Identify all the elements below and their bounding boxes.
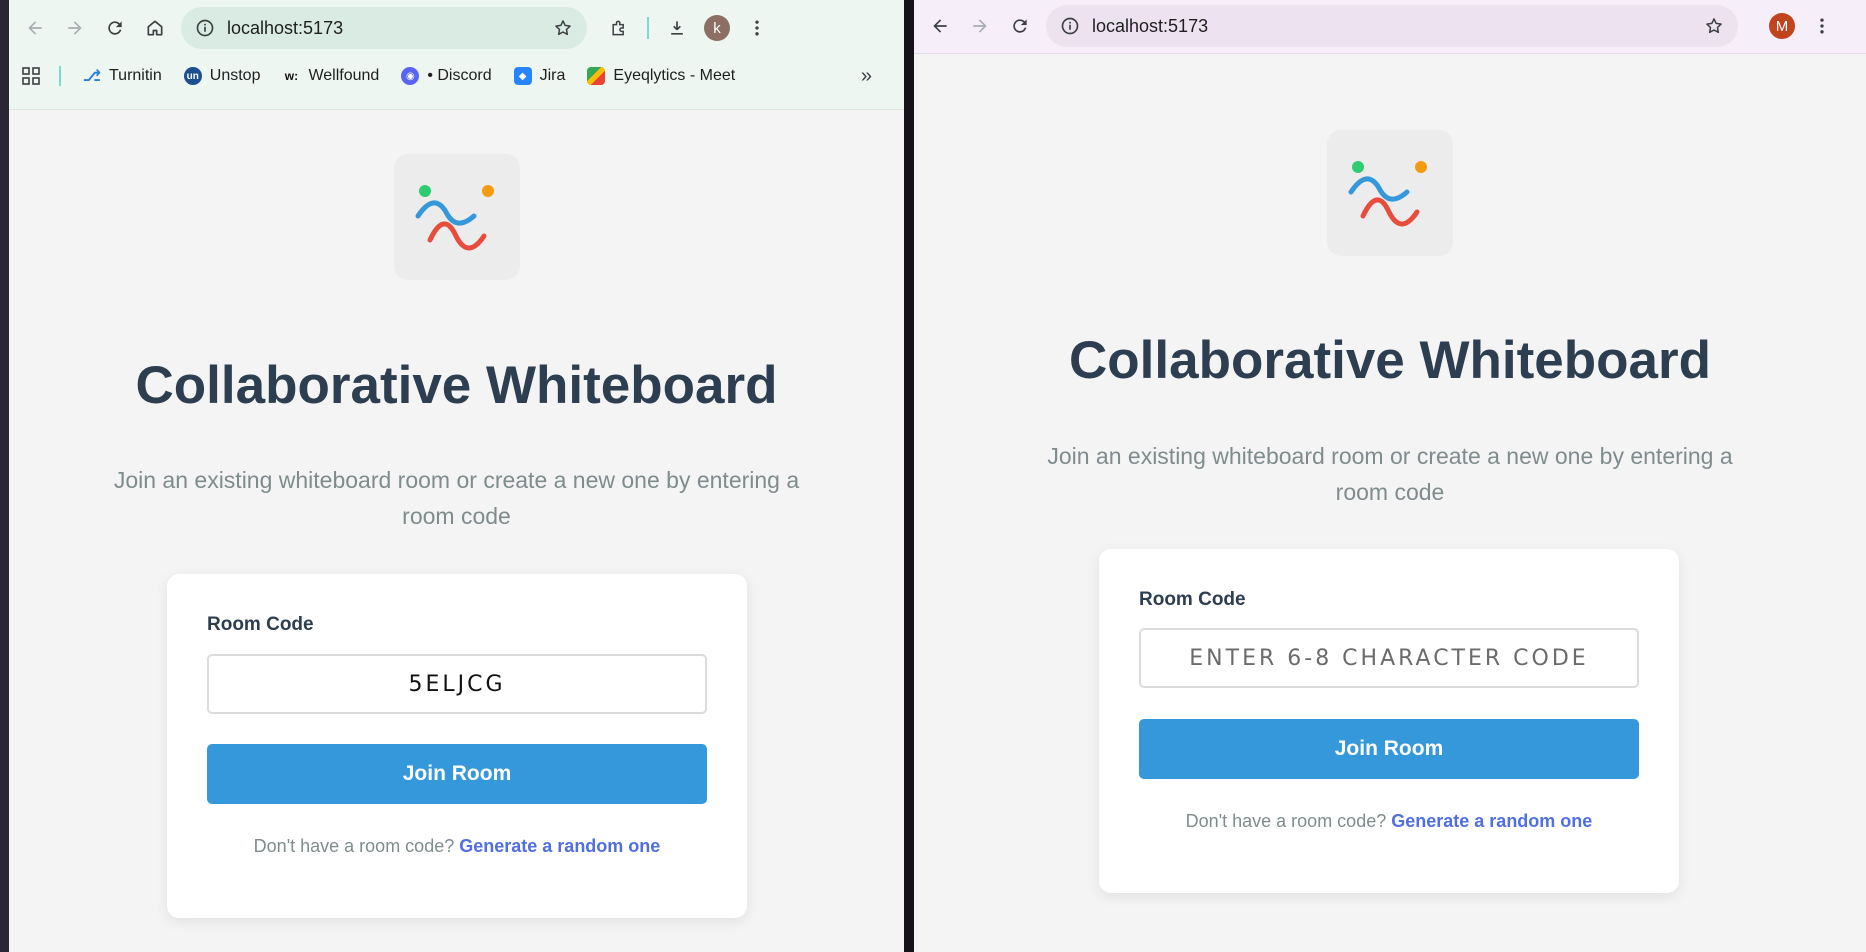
bookmark-jira[interactable]: ◆ Jira [513, 67, 566, 85]
helper-text: Don't have a room code? Generate a rando… [1099, 811, 1679, 832]
back-arrow-icon [933, 19, 947, 33]
profile-button[interactable]: M [1764, 8, 1800, 44]
reload-button[interactable] [1002, 8, 1038, 44]
window-divider [904, 0, 914, 952]
bookmark-label: • Discord [427, 67, 492, 84]
back-arrow-icon [28, 21, 42, 35]
bookmarks-bar: ⎇ Turnitin un Unstop w: Wellfound ◉ • Di… [9, 56, 904, 96]
menu-button[interactable] [1804, 8, 1840, 44]
apps-grid-icon [22, 67, 40, 85]
discord-icon: ◉ [401, 67, 420, 85]
reload-icon [108, 21, 122, 35]
background-app-strip [0, 0, 9, 952]
helper-text: Don't have a room code? Generate a rando… [167, 836, 747, 857]
page-subtitle: Join an existing whiteboard room or crea… [113, 467, 800, 529]
bookmark-label: Jira [539, 67, 566, 84]
browser-toolbar: localhost:5173 k [9, 0, 904, 56]
wellfound-icon: w: [284, 69, 299, 83]
join-room-button[interactable]: Join Room [1139, 719, 1639, 779]
site-info-icon[interactable] [1060, 16, 1080, 36]
extensions-button[interactable] [601, 10, 637, 46]
url-text: localhost:5173 [227, 17, 344, 38]
app-logo [394, 154, 520, 280]
jira-icon: ◆ [513, 67, 532, 85]
browser-chrome: localhost:5173 k ⎇ Turnitin un Unstop w:… [9, 0, 904, 110]
home-button[interactable] [137, 10, 173, 46]
reload-button[interactable] [97, 10, 133, 46]
join-room-button[interactable]: Join Room [207, 744, 707, 804]
more-bookmarks-button[interactable]: » [861, 65, 872, 88]
room-code-label: Room Code [207, 614, 314, 635]
bookmark-label: Wellfound [308, 67, 380, 84]
puzzle-icon [612, 20, 624, 36]
left-browser-window: localhost:5173 k ⎇ Turnitin un Unstop w:… [9, 0, 904, 952]
kebab-menu-icon [1820, 18, 1824, 34]
app-logo [1327, 130, 1453, 256]
google-meet-icon [587, 67, 606, 85]
browser-toolbar: localhost:5173 M [914, 0, 1866, 52]
browser-chrome: localhost:5173 M [914, 0, 1866, 54]
toolbar-separator [647, 17, 649, 39]
forward-arrow-icon [973, 19, 987, 33]
helper-prompt: Don't have a room code? [1185, 811, 1387, 831]
forward-arrow-icon [68, 21, 82, 35]
turnitin-icon: ⎇ [82, 68, 102, 85]
generate-random-link[interactable]: Generate a random one [1391, 811, 1592, 831]
site-info-icon[interactable] [195, 18, 215, 38]
chevron-double-right-icon: » [860, 64, 872, 87]
page-title: Collaborative Whiteboard [135, 356, 778, 415]
join-card: Room Code ENTER 6-8 CHARACTER CODE Join … [1099, 549, 1679, 893]
unstop-icon: un [183, 67, 202, 85]
right-browser-window: localhost:5173 M Collaborative Whiteboar… [914, 0, 1866, 952]
avatar: k [704, 15, 730, 41]
address-bar[interactable]: localhost:5173 [181, 7, 587, 49]
reload-icon [1013, 19, 1027, 33]
bookmark-label: Turnitin [109, 67, 162, 84]
room-code-input[interactable]: ENTER 6-8 CHARACTER CODE [1139, 628, 1639, 688]
generate-random-link[interactable]: Generate a random one [459, 836, 660, 856]
bookmark-unstop[interactable]: un Unstop [183, 67, 261, 85]
room-code-input[interactable]: 5ELJCG [207, 654, 707, 714]
page-title: Collaborative Whiteboard [1069, 331, 1711, 390]
downloads-button[interactable] [659, 10, 695, 46]
bookmark-turnitin[interactable]: ⎇ Turnitin [83, 67, 162, 85]
bookmark-separator [59, 66, 61, 86]
whiteboard-logo-icon [1348, 161, 1427, 227]
room-code-label: Room Code [1139, 589, 1246, 610]
join-card: Room Code 5ELJCG Join Room Don't have a … [167, 574, 747, 918]
url-text: localhost:5173 [1092, 15, 1209, 36]
avatar: M [1769, 13, 1795, 39]
bookmark-label: Eyeqlytics - Meet [613, 67, 736, 84]
address-bar[interactable]: localhost:5173 [1046, 5, 1738, 47]
forward-button[interactable] [57, 10, 93, 46]
download-icon [671, 21, 683, 35]
helper-prompt: Don't have a room code? [253, 836, 455, 856]
bookmark-wellfound[interactable]: w: Wellfound [282, 67, 380, 85]
profile-button[interactable]: k [699, 10, 735, 46]
forward-button[interactable] [962, 8, 998, 44]
home-icon [147, 20, 163, 36]
desktop-screen: localhost:5173 k ⎇ Turnitin un Unstop w:… [0, 0, 1866, 952]
back-button[interactable] [17, 10, 53, 46]
bookmark-label: Unstop [209, 67, 261, 84]
back-button[interactable] [922, 8, 958, 44]
bookmark-star-icon[interactable] [553, 18, 573, 38]
page-subtitle: Join an existing whiteboard room or crea… [1047, 443, 1733, 505]
bookmark-discord[interactable]: ◉ • Discord [401, 67, 492, 85]
bookmark-star-icon[interactable] [1704, 16, 1724, 36]
menu-button[interactable] [739, 10, 775, 46]
kebab-menu-icon [755, 20, 759, 36]
whiteboard-logo-icon [415, 185, 494, 251]
apps-button[interactable] [21, 66, 61, 86]
bookmark-meet[interactable]: Eyeqlytics - Meet [587, 67, 735, 85]
